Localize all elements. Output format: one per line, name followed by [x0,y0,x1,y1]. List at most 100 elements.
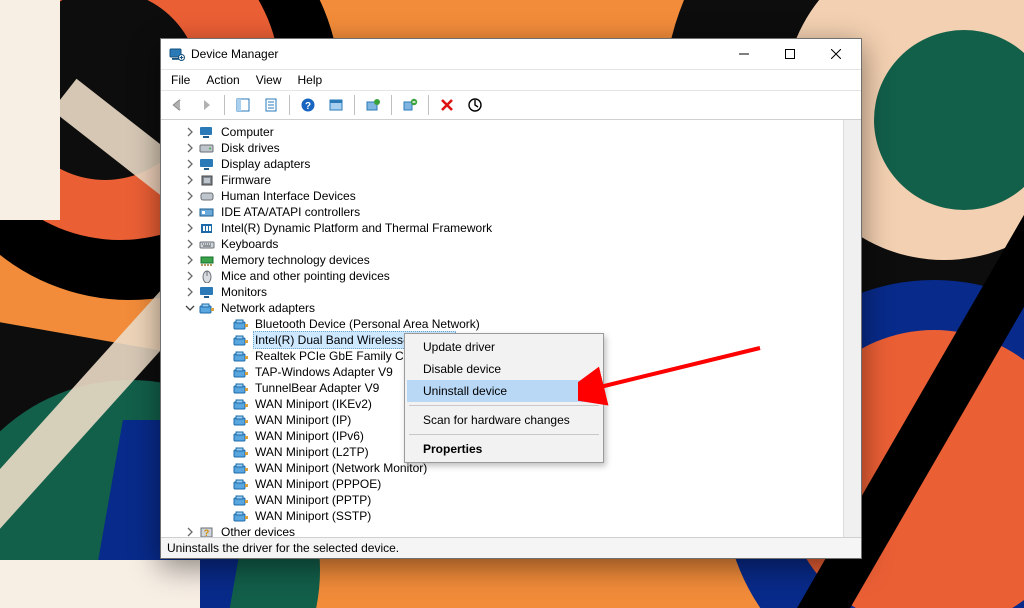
expand-toggle[interactable] [183,173,197,187]
minimize-button[interactable] [721,39,767,69]
tree-label: WAN Miniport (L2TP) [253,444,371,460]
tree-label: Other devices [219,524,297,537]
tree-category[interactable]: IDE ATA/ATAPI controllers [161,204,843,220]
tree-pane: ComputerDisk drivesDisplay adaptersFirmw… [161,120,861,538]
tree-device[interactable]: WAN Miniport (SSTP) [161,508,843,524]
show-hidden-button[interactable] [230,92,256,118]
nic-icon [233,428,249,444]
mouse-icon [199,268,215,284]
tree-device[interactable]: WAN Miniport (PPPOE) [161,476,843,492]
tree-category[interactable]: Memory technology devices [161,252,843,268]
tree-category[interactable]: Network adapters [161,300,843,316]
expand-toggle[interactable] [183,141,197,155]
menu-file[interactable]: File [163,71,198,89]
nic-icon [233,460,249,476]
nav-back-button [165,92,191,118]
tree-label: IDE ATA/ATAPI controllers [219,204,362,220]
properties-button[interactable] [258,92,284,118]
tree-device[interactable]: WAN Miniport (PPTP) [161,492,843,508]
tree-category[interactable]: Disk drives [161,140,843,156]
tree-category[interactable]: Keyboards [161,236,843,252]
expand-toggle[interactable] [183,237,197,251]
keyboard-icon [199,236,215,252]
toggle-pane-button[interactable] [323,92,349,118]
disable-button[interactable] [434,92,460,118]
tree-label: Monitors [219,284,269,300]
expand-toggle[interactable] [183,525,197,537]
tree-label: Mice and other pointing devices [219,268,392,284]
desktop-wallpaper: Device Manager File Action View Help ? [0,0,1024,608]
tree-label: WAN Miniport (Network Monitor) [253,460,429,476]
nic-icon [233,412,249,428]
menu-separator [409,405,599,406]
tree-label: WAN Miniport (SSTP) [253,508,373,524]
tree-label: TunnelBear Adapter V9 [253,380,381,396]
scan-button[interactable] [462,92,488,118]
tree-category[interactable]: Monitors [161,284,843,300]
toolbar: ? [161,91,861,120]
close-button[interactable] [813,39,859,69]
window-title: Device Manager [191,47,278,61]
nic-icon [233,380,249,396]
nic-icon [233,396,249,412]
tree-category[interactable]: Computer [161,124,843,140]
nic-icon [233,508,249,524]
context-menu-item[interactable]: Properties [407,438,601,460]
disk-icon [199,140,215,156]
expand-toggle[interactable] [183,221,197,235]
expand-toggle[interactable] [183,205,197,219]
nic-icon [233,364,249,380]
nic-icon [233,332,249,348]
display-icon [199,156,215,172]
menu-view[interactable]: View [248,71,290,89]
hid-icon [199,188,215,204]
memory-icon [199,252,215,268]
nic-icon [233,444,249,460]
nic-icon [233,476,249,492]
tree-label: Keyboards [219,236,280,252]
tree-category[interactable]: Intel(R) Dynamic Platform and Thermal Fr… [161,220,843,236]
tree-label: Memory technology devices [219,252,372,268]
tree-label: Bluetooth Device (Personal Area Network) [253,316,482,332]
expand-toggle[interactable] [183,125,197,139]
chip-icon [199,172,215,188]
uninstall-button[interactable] [397,92,423,118]
expand-toggle[interactable] [183,157,197,171]
tree-category[interactable]: Firmware [161,172,843,188]
context-menu-item[interactable]: Update driver [407,336,601,358]
nic-icon [233,316,249,332]
help-button[interactable]: ? [295,92,321,118]
expand-toggle[interactable] [183,189,197,203]
tree-label: Firmware [219,172,273,188]
expand-toggle[interactable] [183,285,197,299]
maximize-button[interactable] [767,39,813,69]
device-manager-window: Device Manager File Action View Help ? [160,38,862,559]
expand-toggle[interactable] [183,301,197,315]
context-menu-item[interactable]: Uninstall device [407,380,601,402]
tree-label: WAN Miniport (PPTP) [253,492,373,508]
menu-action[interactable]: Action [198,71,247,89]
tree-label: WAN Miniport (IP) [253,412,353,428]
tree-category[interactable]: Display adapters [161,156,843,172]
tree-category[interactable]: ?Other devices [161,524,843,537]
expand-toggle[interactable] [183,253,197,267]
tree-label: Human Interface Devices [219,188,358,204]
update-driver-button[interactable] [360,92,386,118]
menu-separator [409,434,599,435]
thermal-icon [199,220,215,236]
menu-help[interactable]: Help [290,71,331,89]
status-bar: Uninstalls the driver for the selected d… [161,538,861,558]
tree-label: Display adapters [219,156,312,172]
vertical-scrollbar[interactable] [843,120,861,537]
context-menu-item[interactable]: Disable device [407,358,601,380]
expand-toggle[interactable] [183,269,197,283]
tree-category[interactable]: Mice and other pointing devices [161,268,843,284]
titlebar[interactable]: Device Manager [161,39,861,70]
context-menu-item[interactable]: Scan for hardware changes [407,409,601,431]
device-tree[interactable]: ComputerDisk drivesDisplay adaptersFirmw… [161,120,843,537]
tree-label: WAN Miniport (PPPOE) [253,476,383,492]
tree-category[interactable]: Human Interface Devices [161,188,843,204]
tree-device[interactable]: Bluetooth Device (Personal Area Network) [161,316,843,332]
nic-icon [233,492,249,508]
ide-icon [199,204,215,220]
